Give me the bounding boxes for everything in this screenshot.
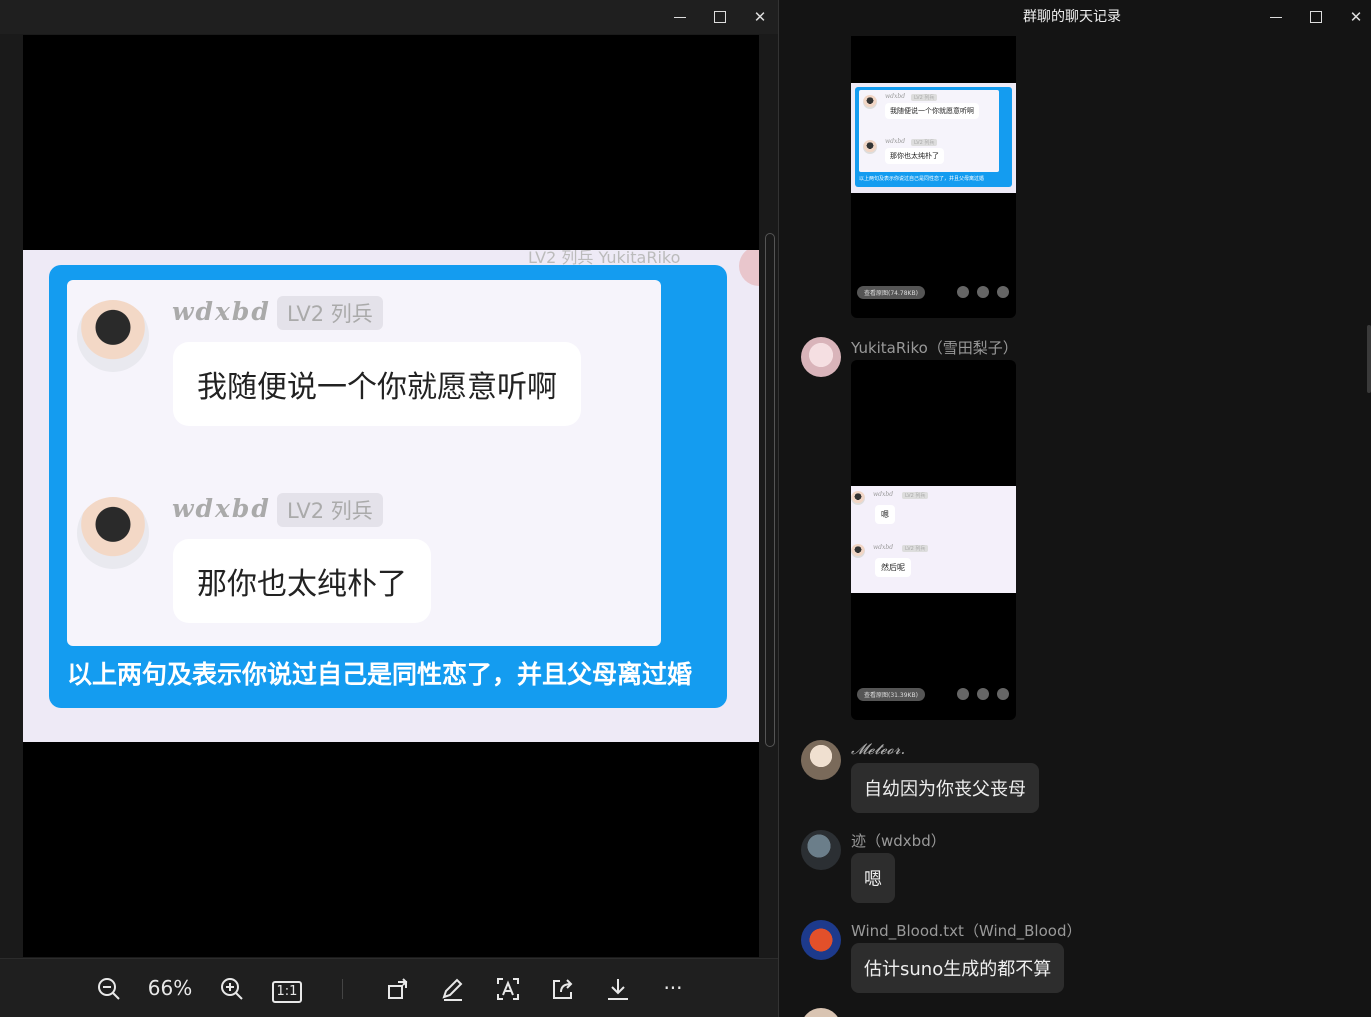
- zoom-in-icon[interactable]: [215, 971, 249, 1005]
- ocr-icon[interactable]: [491, 971, 525, 1005]
- username: wdxbd: [172, 297, 271, 326]
- quote-caption: 以上两句及表示你说过自己是同性恋了，并且父母离过婚: [67, 660, 693, 689]
- username: wdxbd: [885, 138, 906, 145]
- quote-card: wdxbd LV2 列兵 我随便说一个你就愿意听啊 wdxbd LV2 列兵 那…: [49, 265, 727, 708]
- level-badge: LV2 列兵: [911, 139, 938, 146]
- avatar[interactable]: [801, 830, 841, 870]
- avatar: [77, 497, 149, 569]
- download-icon[interactable]: [601, 971, 635, 1005]
- close-button[interactable]: ✕: [1336, 0, 1371, 34]
- message-bubble: 然后呢: [875, 558, 911, 577]
- level-badge: LV2 列兵: [911, 94, 938, 101]
- viewer-toolbar: 66% 1:1 ···: [0, 958, 778, 1017]
- maximize-button[interactable]: [1296, 0, 1336, 34]
- username: wdxbd: [873, 491, 894, 498]
- thumbnail-image: wdxbd LV2 列兵 我随便说一个你就愿意听啊 wdxbd LV2 列兵 那…: [851, 83, 1016, 193]
- rotate-icon[interactable]: [381, 971, 415, 1005]
- close-button[interactable]: ✕: [740, 0, 778, 34]
- message-bubble: 那你也太纯朴了: [173, 539, 431, 623]
- share-icon[interactable]: [997, 688, 1009, 700]
- avatar[interactable]: [801, 337, 841, 377]
- qr-icon[interactable]: [977, 286, 989, 298]
- minimize-button[interactable]: [660, 0, 700, 34]
- actual-size-icon: 1:1: [271, 981, 303, 1003]
- avatar: [863, 140, 877, 154]
- message-bubble: 我随便说一个你就愿意听啊: [173, 342, 581, 426]
- quote-inner: wdxbd LV2 列兵 我随便说一个你就愿意听啊 wdxbd LV2 列兵 那…: [67, 280, 661, 646]
- zoom-out-icon[interactable]: [92, 971, 126, 1005]
- thumbnail-image: wdxbd LV2 列兵 嗯 wdxbd LV2 列兵 然后呢: [851, 486, 1016, 593]
- quote-caption: 以上两句及表示你说过自己是同性恋了，并且父母离过婚: [859, 176, 985, 182]
- edit-icon[interactable]: [436, 971, 470, 1005]
- username: wdxbd: [873, 544, 894, 551]
- download-icon[interactable]: [957, 286, 969, 298]
- thumbnail-actions: 查看原图(31.39KB): [851, 688, 1016, 702]
- image-message-thumbnail[interactable]: wdxbd LV2 列兵 嗯 wdxbd LV2 列兵 然后呢 查看原图(31.…: [851, 360, 1016, 720]
- message-bubble: 嗯: [875, 505, 895, 524]
- message-bubble: 那你也太纯朴了: [885, 148, 944, 164]
- message-bubble[interactable]: 自幼因为你丧父丧母: [851, 763, 1039, 813]
- avatar: [77, 300, 149, 372]
- viewed-image: LV2 列兵 YukitaRiko wdxbd LV2 列兵 我随便说一个你就愿…: [23, 250, 759, 742]
- vertical-scrollbar[interactable]: [765, 233, 775, 747]
- avatar: [863, 95, 877, 109]
- zoom-level[interactable]: 66%: [144, 971, 196, 1005]
- image-stage[interactable]: LV2 列兵 YukitaRiko wdxbd LV2 列兵 我随便说一个你就愿…: [23, 35, 759, 957]
- avatar[interactable]: [801, 740, 841, 780]
- share-icon[interactable]: [546, 971, 580, 1005]
- quote-card: wdxbd LV2 列兵 我随便说一个你就愿意听啊 wdxbd LV2 列兵 那…: [855, 87, 1012, 187]
- image-viewer-window: ✕ LV2 列兵 YukitaRiko wdxbd LV2 列兵 我随便说一个你…: [0, 0, 779, 1017]
- sender-name: 迹（wdxbd）: [851, 832, 946, 850]
- vertical-scrollbar[interactable]: [1367, 325, 1371, 393]
- viewer-titlebar: ✕: [0, 0, 778, 34]
- share-icon[interactable]: [997, 286, 1009, 298]
- level-badge: LV2 列兵: [277, 296, 383, 330]
- message-bubble: 我随便说一个你就愿意听啊: [885, 103, 979, 119]
- chat-history-window: 群聊的聊天记录 ✕ wdxbd LV2 列兵 我随便说一个你就愿意听啊 wdxb…: [779, 0, 1371, 1017]
- sender-name: Wind_Blood.txt（Wind_Blood）: [851, 922, 1082, 940]
- chat-titlebar: 群聊的聊天记录 ✕: [779, 0, 1371, 34]
- thumbnail-actions: 查看原图(74.78KB): [851, 286, 1016, 300]
- quote-inner: wdxbd LV2 列兵 我随便说一个你就愿意听啊 wdxbd LV2 列兵 那…: [859, 90, 999, 172]
- avatar: [851, 544, 865, 558]
- level-badge: LV2 列兵: [277, 493, 383, 527]
- message-bubble[interactable]: 估计suno生成的都不算: [851, 943, 1065, 993]
- sender-name: 𝓜𝓮𝓽𝓮𝓸𝓻.: [851, 740, 906, 758]
- view-original-button[interactable]: 查看原图(74.78KB): [857, 286, 925, 299]
- level-badge: LV2 列兵: [902, 545, 929, 552]
- image-message-thumbnail[interactable]: wdxbd LV2 列兵 我随便说一个你就愿意听啊 wdxbd LV2 列兵 那…: [851, 36, 1016, 318]
- download-icon[interactable]: [957, 688, 969, 700]
- more-icon[interactable]: ···: [656, 971, 690, 1005]
- avatar[interactable]: [801, 1008, 841, 1017]
- avatar: [851, 491, 865, 505]
- actual-size-button[interactable]: 1:1: [270, 971, 304, 1005]
- toolbar-divider: [342, 979, 343, 999]
- username: wdxbd: [172, 494, 271, 523]
- window-title: 群聊的聊天记录: [1023, 9, 1121, 25]
- message-bubble[interactable]: 嗯: [851, 853, 895, 903]
- maximize-button[interactable]: [700, 0, 740, 34]
- view-original-button[interactable]: 查看原图(31.39KB): [857, 688, 925, 701]
- username: wdxbd: [885, 93, 906, 100]
- avatar: [739, 250, 759, 286]
- sender-name: YukitaRiko（雪田梨子）: [851, 339, 1018, 357]
- avatar[interactable]: [801, 920, 841, 960]
- level-badge: LV2 列兵: [902, 492, 929, 499]
- qr-icon[interactable]: [977, 688, 989, 700]
- minimize-button[interactable]: [1256, 0, 1296, 34]
